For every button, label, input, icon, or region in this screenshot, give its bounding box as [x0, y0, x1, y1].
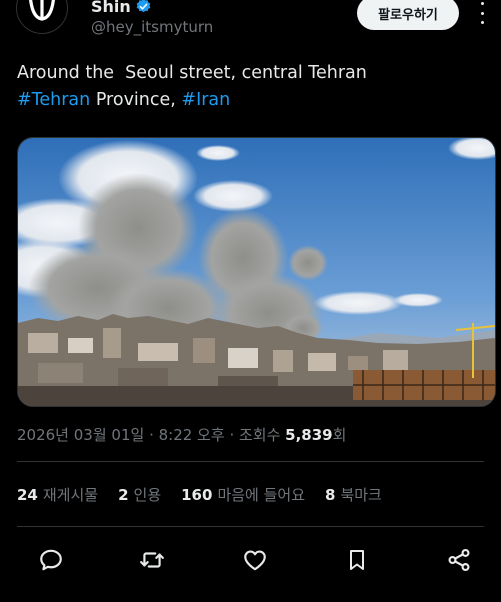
hashtag-tehran[interactable]: #Tehran	[17, 90, 90, 110]
quotes-stat[interactable]: 2 인용	[118, 484, 161, 505]
follow-button[interactable]: 팔로우하기	[357, 0, 459, 30]
likes-label: 마음에 들어요	[217, 486, 306, 504]
likes-stat[interactable]: 160 마음에 들어요	[181, 484, 305, 505]
tweet-line-2: #Tehran Province, #Iran	[17, 87, 487, 114]
tweet-time[interactable]: 8:22 오후	[159, 426, 225, 444]
divider	[17, 526, 484, 527]
quotes-label: 인용	[133, 486, 162, 504]
bookmarks-count: 8	[325, 486, 336, 504]
avatar[interactable]	[16, 0, 68, 34]
reposts-stat[interactable]: 24 재게시물	[17, 484, 98, 505]
bookmarks-label: 북마크	[340, 486, 382, 504]
retweet-icon[interactable]	[134, 542, 170, 578]
meta-separator: ·	[224, 426, 239, 444]
tweet-line-1: Around the Seoul street, central Tehran	[17, 63, 367, 83]
more-options-icon[interactable]	[476, 2, 488, 24]
smoke-over-city-image	[18, 138, 495, 406]
tweet-meta: 2026년 03월 01일 · 8:22 오후 · 조회수 5,839회	[17, 424, 346, 445]
quotes-count: 2	[118, 486, 129, 504]
action-bar	[17, 542, 484, 578]
reposts-count: 24	[17, 486, 38, 504]
meta-separator: ·	[144, 426, 159, 444]
engagement-stats: 24 재게시물 2 인용 160 마음에 들어요 8 북마크	[17, 484, 402, 505]
verified-badge-icon	[135, 0, 152, 15]
tweet-date[interactable]: 2026년 03월 01일	[17, 426, 144, 444]
tweet-media-photo[interactable]	[17, 137, 496, 407]
views-count: 5,839	[285, 426, 333, 444]
author-handle[interactable]: @hey_itsmyturn	[91, 18, 213, 36]
reply-icon[interactable]	[33, 542, 69, 578]
hebrew-shin-letter-icon	[28, 0, 56, 21]
display-name[interactable]: Shin	[91, 0, 131, 16]
author-name-row: Shin	[91, 0, 152, 16]
views-label: 조회수	[238, 426, 286, 444]
province-text: Province,	[90, 90, 182, 110]
share-icon[interactable]	[441, 542, 477, 578]
likes-count: 160	[181, 486, 213, 504]
hashtag-iran[interactable]: #Iran	[181, 90, 230, 110]
bookmark-icon[interactable]	[339, 542, 375, 578]
bookmarks-stat[interactable]: 8 북마크	[325, 484, 382, 505]
reposts-label: 재게시물	[42, 486, 99, 504]
tweet-text: Around the Seoul street, central Tehran …	[17, 60, 487, 114]
like-heart-icon[interactable]	[237, 542, 273, 578]
divider	[17, 461, 484, 462]
views-suffix: 회	[332, 426, 347, 444]
